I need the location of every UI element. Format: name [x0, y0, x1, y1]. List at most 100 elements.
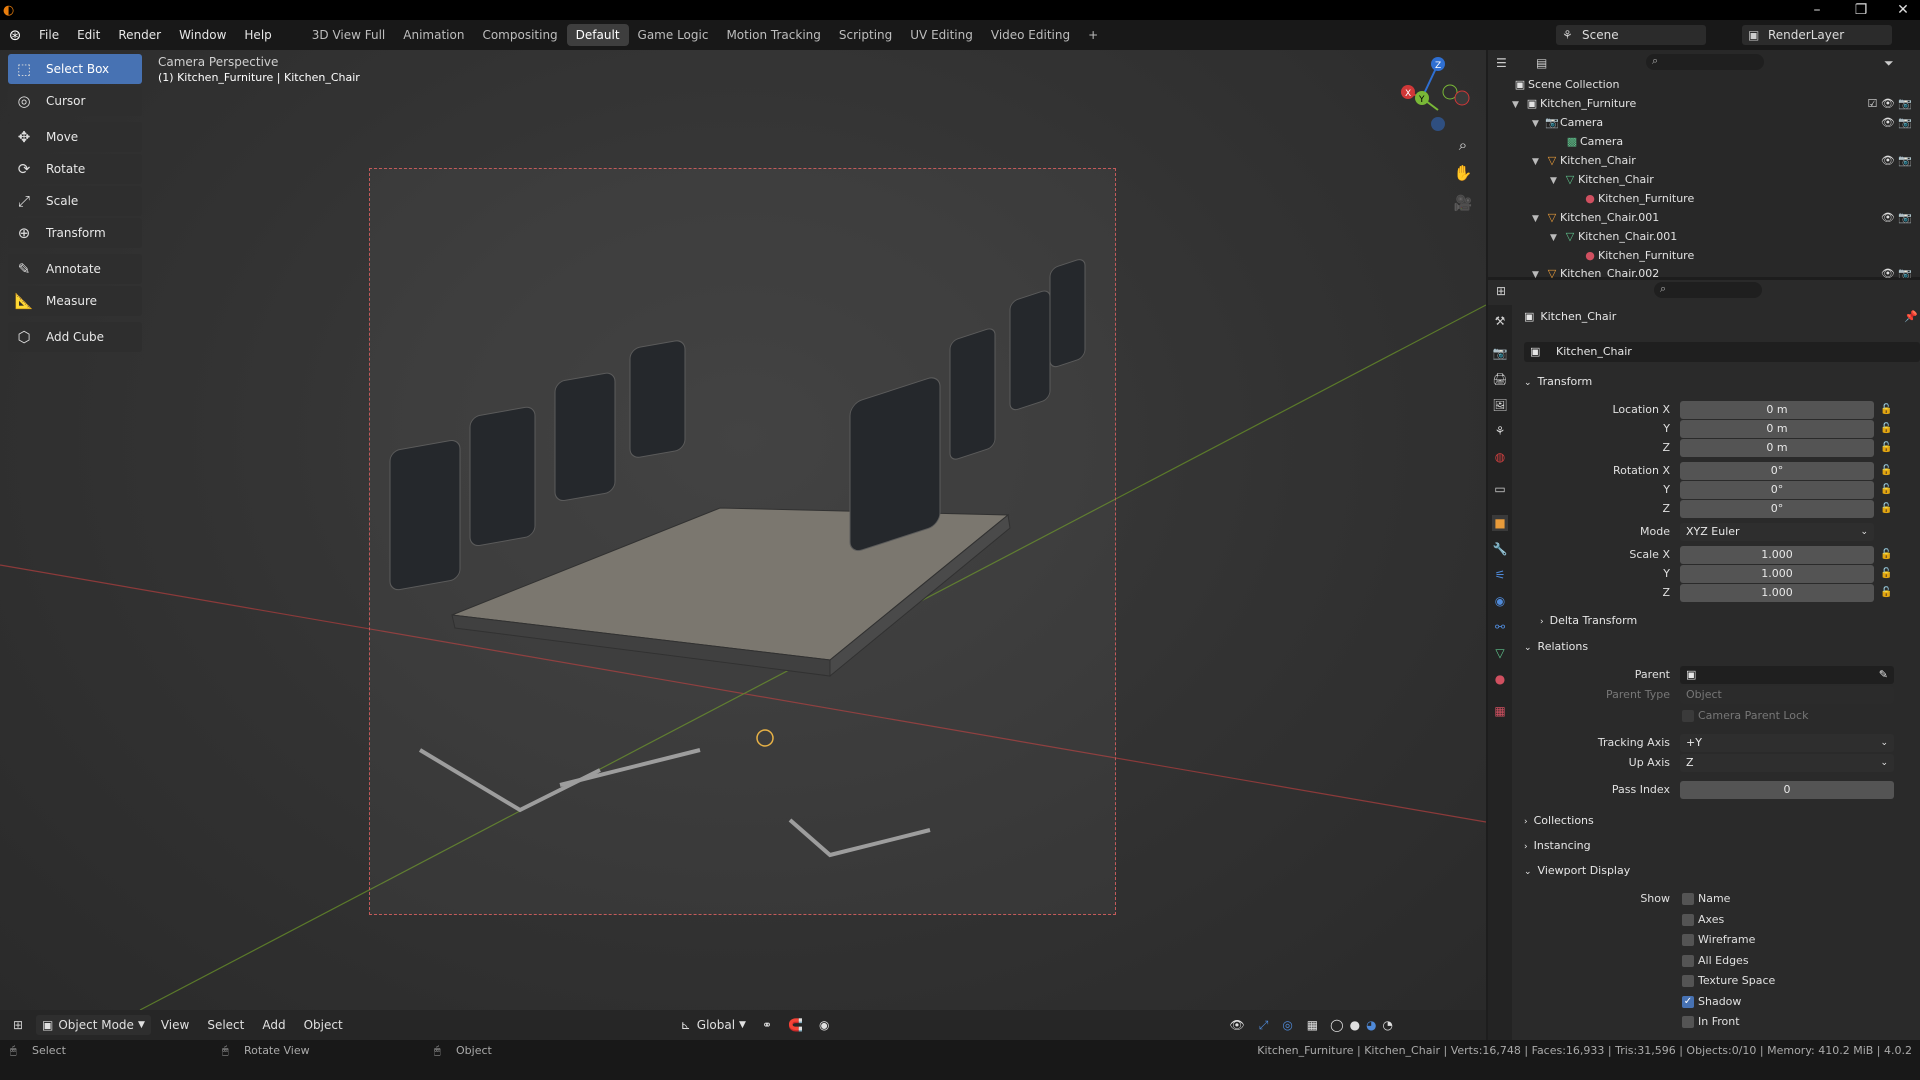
scene-selector[interactable]: ⚘ Scene	[1556, 25, 1706, 45]
delta-transform-header[interactable]: › Delta Transform	[1540, 610, 1920, 632]
outliner-search-input[interactable]: ⌕	[1646, 54, 1764, 70]
tab-animation[interactable]: Animation	[394, 24, 473, 46]
lock-icon[interactable]: 🔓	[1880, 503, 1892, 514]
lock-icon[interactable]: 🔓	[1880, 568, 1892, 579]
tool-transform[interactable]: ⊕ Transform	[8, 218, 142, 248]
view-layer-tab-icon[interactable]: 🖼	[1492, 397, 1508, 413]
menu-window[interactable]: Window	[170, 20, 235, 50]
properties-search-input[interactable]: ⌕	[1654, 282, 1762, 298]
visibility-toggles[interactable]: 👁 📷	[1881, 113, 1912, 132]
menu-add[interactable]: Add	[262, 1018, 285, 1032]
scale-y-field[interactable]: 1.000	[1680, 565, 1874, 583]
up-axis-dropdown[interactable]: Z ⌄	[1680, 754, 1894, 772]
mode-selector[interactable]: ▣ Object Mode ▼	[36, 1015, 151, 1035]
navigation-gizmo[interactable]: Z X Y	[1400, 52, 1480, 132]
tool-add-cube[interactable]: ⬡ Add Cube	[8, 322, 142, 352]
tab-3d-view-full[interactable]: 3D View Full	[303, 24, 395, 46]
zoom-icon[interactable]: ⌕	[1450, 132, 1476, 158]
lock-icon[interactable]: 🔓	[1880, 587, 1892, 598]
viewport-display-panel-header[interactable]: ⌄ Viewport Display	[1524, 860, 1920, 882]
pan-hand-icon[interactable]: ✋	[1450, 160, 1476, 186]
location-x-field[interactable]: 0 m	[1680, 401, 1874, 419]
editor-type-icon[interactable]: ⊞	[0, 1018, 36, 1032]
snap-icon[interactable]: 🧲	[788, 1018, 803, 1032]
pin-icon[interactable]: 📌	[1904, 310, 1918, 323]
scene-tab-icon[interactable]: ⚘	[1492, 423, 1508, 439]
tab-scripting[interactable]: Scripting	[830, 24, 901, 46]
minimize-icon[interactable]: –	[1794, 0, 1840, 20]
camera-view-icon[interactable]: 🎥	[1450, 190, 1476, 216]
menu-file[interactable]: File	[30, 20, 68, 50]
tool-cursor[interactable]: ◎ Cursor	[8, 86, 142, 116]
location-y-field[interactable]: 0 m	[1680, 420, 1874, 438]
outliner-row[interactable]: ▼ 📷Camera 👁 📷	[1532, 113, 1912, 132]
physics-tab-icon[interactable]: ◉	[1492, 593, 1508, 609]
rotation-z-field[interactable]: 0°	[1680, 500, 1874, 518]
solid-shading-icon[interactable]: ●	[1350, 1018, 1360, 1032]
particles-tab-icon[interactable]: ⚟	[1492, 567, 1508, 583]
rotation-y-field[interactable]: 0°	[1680, 481, 1874, 499]
axes-checkbox[interactable]	[1682, 913, 1694, 926]
outliner-editor-icon[interactable]: ☰	[1496, 56, 1507, 70]
name-checkbox[interactable]	[1682, 893, 1694, 905]
collections-panel-header[interactable]: › Collections	[1524, 810, 1920, 832]
location-z-field[interactable]: 0 m	[1680, 439, 1874, 457]
constraints-tab-icon[interactable]: ⚯	[1492, 619, 1508, 635]
outliner-row[interactable]: ● Kitchen_Furniture	[1582, 246, 1912, 265]
data-tab-icon[interactable]: ▽	[1492, 645, 1508, 661]
close-icon[interactable]: ✕	[1880, 0, 1920, 20]
tool-move[interactable]: ✥ Move	[8, 122, 142, 152]
outliner-row[interactable]: ▼ ▽ Kitchen_Chair.001	[1550, 227, 1912, 246]
orientation-selector[interactable]: ⊾ Global ▼	[681, 1018, 746, 1032]
lock-icon[interactable]: 🔓	[1880, 423, 1892, 434]
menu-view[interactable]: View	[161, 1018, 189, 1032]
tool-scale[interactable]: ⤢ Scale	[8, 186, 142, 216]
menu-edit[interactable]: Edit	[68, 20, 109, 50]
outliner-row[interactable]: ▼ ▣ Kitchen_Furniture ☑ 👁 📷	[1512, 94, 1912, 113]
scale-z-field[interactable]: 1.000	[1680, 584, 1874, 602]
blender-menu-icon[interactable]: ⊛	[0, 26, 30, 44]
render-layer-selector[interactable]: ▣ RenderLayer	[1742, 25, 1892, 45]
material-shading-icon[interactable]: ◕	[1366, 1018, 1376, 1032]
lock-icon[interactable]: 🔓	[1880, 442, 1892, 453]
tab-video-editing[interactable]: Video Editing	[982, 24, 1079, 46]
world-tab-icon[interactable]: ◍	[1492, 449, 1508, 465]
menu-select[interactable]: Select	[207, 1018, 244, 1032]
tool-rotate[interactable]: ⟳ Rotate	[8, 154, 142, 184]
proportional-edit-icon[interactable]: ◉	[819, 1018, 829, 1032]
lock-icon[interactable]: 🔓	[1880, 484, 1892, 495]
outliner-row[interactable]: ▼ ▽ Kitchen_Chair 👁 📷	[1532, 151, 1912, 170]
outliner-row[interactable]: ▼ ▽ Kitchen_Chair.001 👁 📷	[1532, 208, 1912, 227]
tab-compositing[interactable]: Compositing	[473, 24, 566, 46]
parent-field[interactable]: ▣ ✎	[1680, 666, 1894, 684]
wireframe-shading-icon[interactable]: ◯	[1330, 1018, 1343, 1032]
transform-panel-header[interactable]: ⌄ Transform	[1524, 371, 1920, 393]
visibility-toggles[interactable]: 👁 📷	[1881, 264, 1912, 278]
outliner-root[interactable]: ▣ Scene Collection	[1512, 75, 1912, 94]
render-tab-icon[interactable]: 📷	[1492, 345, 1508, 361]
outliner-row[interactable]: ▩ Camera	[1564, 132, 1912, 151]
xray-icon[interactable]: ▦	[1307, 1018, 1318, 1032]
tab-motion-tracking[interactable]: Motion Tracking	[717, 24, 829, 46]
output-tab-icon[interactable]: 🖨	[1492, 371, 1508, 387]
lock-icon[interactable]: 🔓	[1880, 465, 1892, 476]
pivot-icon[interactable]: ⚭	[762, 1018, 772, 1032]
overlay-toggle-icon[interactable]: ◎	[1282, 1018, 1292, 1032]
in-front-checkbox[interactable]	[1682, 1016, 1694, 1028]
object-tab-icon[interactable]: ■	[1492, 515, 1508, 531]
texture-tab-icon[interactable]: ▦	[1492, 703, 1508, 719]
tool-measure[interactable]: 📐 Measure	[8, 286, 142, 316]
rendered-shading-icon[interactable]: ◔	[1383, 1018, 1393, 1032]
relations-panel-header[interactable]: ⌄ Relations	[1524, 636, 1920, 658]
rotation-x-field[interactable]: 0°	[1680, 462, 1874, 480]
maximize-icon[interactable]: ❐	[1838, 0, 1884, 20]
menu-render[interactable]: Render	[109, 20, 170, 50]
tab-game-logic[interactable]: Game Logic	[629, 24, 718, 46]
pass-index-field[interactable]: 0	[1680, 781, 1894, 799]
tab-default[interactable]: Default	[566, 24, 629, 46]
tool-annotate[interactable]: ✎ Annotate	[8, 254, 142, 284]
filter-icon[interactable]: ⏷	[1884, 56, 1894, 71]
lock-icon[interactable]: 🔓	[1880, 549, 1892, 560]
outliner-row[interactable]: ▼ ▽ Kitchen_Chair	[1550, 170, 1912, 189]
properties-editor-icon[interactable]: ⊞	[1496, 284, 1506, 298]
